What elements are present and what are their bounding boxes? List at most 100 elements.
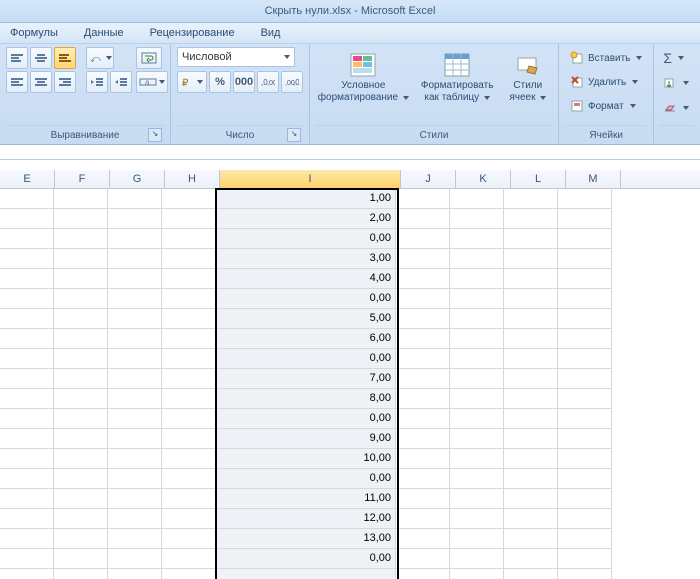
cell[interactable] <box>162 369 216 389</box>
cell[interactable] <box>162 529 216 549</box>
cell[interactable] <box>108 349 162 369</box>
column-header[interactable]: F <box>55 170 110 188</box>
cell[interactable] <box>108 429 162 449</box>
cell[interactable] <box>108 449 162 469</box>
cell[interactable] <box>450 249 504 269</box>
cell[interactable] <box>0 269 54 289</box>
increase-indent-button[interactable] <box>110 71 132 93</box>
cell[interactable] <box>0 529 54 549</box>
column-header[interactable]: H <box>165 170 220 188</box>
cell[interactable] <box>0 189 54 209</box>
cell[interactable] <box>396 369 450 389</box>
column-header[interactable]: L <box>511 170 566 188</box>
cell[interactable] <box>0 549 54 569</box>
cell[interactable] <box>0 329 54 349</box>
currency-button[interactable]: ₽ <box>177 71 207 93</box>
cell[interactable] <box>396 509 450 529</box>
thousands-button[interactable]: 000 <box>233 71 255 93</box>
cell[interactable] <box>450 489 504 509</box>
cell[interactable] <box>396 209 450 229</box>
cell[interactable] <box>0 509 54 529</box>
cell[interactable] <box>0 429 54 449</box>
cell[interactable]: 11,00 <box>216 489 396 509</box>
cell[interactable] <box>162 429 216 449</box>
cell[interactable] <box>450 409 504 429</box>
number-format-select[interactable]: Числовой <box>177 47 295 67</box>
cell[interactable] <box>108 389 162 409</box>
column-header[interactable]: E <box>0 170 55 188</box>
align-middle-button[interactable] <box>30 47 52 69</box>
format-button[interactable]: Формат <box>565 95 641 117</box>
cell[interactable] <box>450 289 504 309</box>
cell[interactable]: 2,00 <box>216 209 396 229</box>
alignment-launcher-button[interactable]: ↘ <box>148 128 162 142</box>
cell[interactable] <box>558 429 612 449</box>
insert-button[interactable]: Вставить <box>565 47 647 69</box>
cell[interactable] <box>450 269 504 289</box>
cell[interactable] <box>396 289 450 309</box>
cell[interactable] <box>504 309 558 329</box>
decrease-decimal-button[interactable]: ,00,0 <box>281 71 303 93</box>
tab-formulas[interactable]: Формулы <box>10 27 58 39</box>
cell[interactable] <box>450 449 504 469</box>
cell[interactable] <box>504 549 558 569</box>
cell[interactable] <box>162 189 216 209</box>
cell[interactable] <box>108 409 162 429</box>
align-bottom-button[interactable] <box>54 47 76 69</box>
cell[interactable] <box>558 469 612 489</box>
cell[interactable] <box>54 429 108 449</box>
format-as-table-button[interactable]: Форматировать как таблицу <box>415 47 500 123</box>
cell[interactable] <box>54 249 108 269</box>
cell[interactable] <box>108 229 162 249</box>
autosum-button[interactable]: Σ <box>660 47 687 69</box>
cell[interactable] <box>558 349 612 369</box>
worksheet-grid[interactable]: EFGHIJKLM 1,002,000,003,004,000,005,006,… <box>0 170 700 579</box>
wrap-text-button[interactable] <box>136 47 162 69</box>
cell[interactable]: 0,00 <box>216 549 396 569</box>
cell[interactable]: 13,00 <box>216 529 396 549</box>
cell[interactable] <box>558 489 612 509</box>
cell[interactable] <box>504 349 558 369</box>
cell[interactable] <box>504 429 558 449</box>
cell[interactable] <box>108 469 162 489</box>
cell[interactable] <box>396 529 450 549</box>
percent-button[interactable]: % <box>209 71 231 93</box>
column-header[interactable]: K <box>456 170 511 188</box>
cell[interactable]: 4,00 <box>216 269 396 289</box>
cell[interactable] <box>108 529 162 549</box>
cell[interactable] <box>0 449 54 469</box>
align-left-button[interactable] <box>6 71 28 93</box>
cell[interactable] <box>162 209 216 229</box>
cell[interactable] <box>162 389 216 409</box>
cell[interactable] <box>396 309 450 329</box>
cells-area[interactable]: 1,002,000,003,004,000,005,006,000,007,00… <box>0 189 700 579</box>
number-launcher-button[interactable]: ↘ <box>287 128 301 142</box>
column-header[interactable]: M <box>566 170 621 188</box>
align-right-button[interactable] <box>54 71 76 93</box>
cell[interactable] <box>450 429 504 449</box>
cell[interactable]: 0,00 <box>216 409 396 429</box>
cell[interactable] <box>558 229 612 249</box>
cell[interactable]: 0,00 <box>216 469 396 489</box>
cell[interactable] <box>108 189 162 209</box>
cell[interactable]: 12,00 <box>216 509 396 529</box>
cell[interactable] <box>450 509 504 529</box>
cell[interactable] <box>162 329 216 349</box>
cell[interactable] <box>0 409 54 429</box>
cell[interactable] <box>504 209 558 229</box>
cell[interactable]: 0,00 <box>216 289 396 309</box>
cell[interactable] <box>504 569 558 579</box>
cell[interactable] <box>450 529 504 549</box>
cell[interactable] <box>162 229 216 249</box>
cell[interactable] <box>54 369 108 389</box>
cell[interactable] <box>0 469 54 489</box>
cell[interactable] <box>54 469 108 489</box>
cell[interactable] <box>558 569 612 579</box>
align-center-button[interactable] <box>30 71 52 93</box>
cell[interactable] <box>0 369 54 389</box>
cell[interactable] <box>504 269 558 289</box>
cell[interactable] <box>558 369 612 389</box>
cell[interactable] <box>0 249 54 269</box>
cell[interactable] <box>162 249 216 269</box>
cell[interactable] <box>0 209 54 229</box>
